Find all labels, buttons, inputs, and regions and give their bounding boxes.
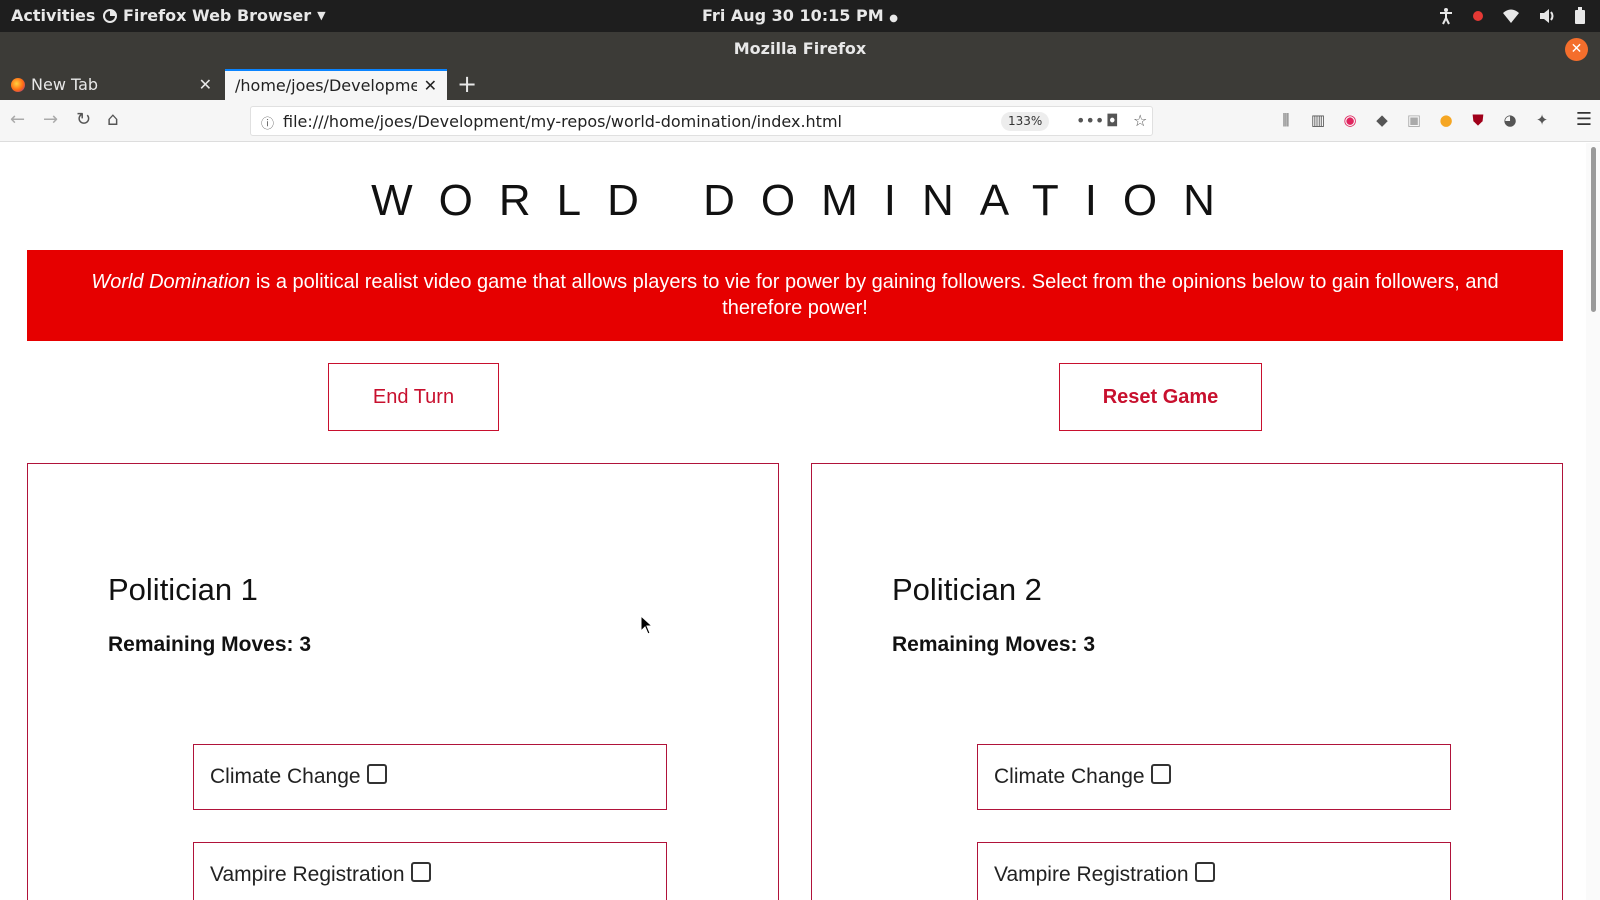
account-icon[interactable]: ◕ [1500,110,1520,130]
bookmark-star-icon[interactable]: ☆ [1133,111,1147,130]
tab-new-tab[interactable]: New Tab ✕ [0,69,222,100]
extension-icon[interactable]: ◆ [1372,110,1392,130]
chevron-down-icon: ▼ [317,9,326,22]
notification-dot-icon: ● [889,13,898,24]
intro-banner: World Domination is a political realist … [27,250,1563,341]
firefox-icon [11,77,25,92]
tab-strip: New Tab ✕ /home/joes/Developme ✕ + [0,66,1600,100]
page-title: WORLD DOMINATION [371,176,1241,225]
system-top-bar: Activities Firefox Web Browser ▼ Fri Aug… [0,0,1600,32]
ublock-shield-icon[interactable]: ⛊ [1468,110,1488,130]
remaining-moves: Remaining Moves: 3 [108,633,312,656]
page-scrollbar[interactable] [1586,143,1600,900]
opinion-checkbox[interactable] [1150,764,1171,784]
opinion-label: Climate Change [994,765,1145,788]
zoom-indicator[interactable]: 133% [1001,112,1050,131]
extension-icon[interactable]: ◉ [1340,110,1360,130]
sidebar-icon[interactable]: ▥ [1308,110,1328,130]
url-text[interactable]: file:///home/joes/Development/my-repos/w… [283,112,842,131]
scrollbar-thumb[interactable] [1591,147,1596,312]
opinion-checkbox[interactable] [1194,862,1215,882]
politician-panel-1: Politician 1 Remaining Moves: 3 Climate … [27,463,779,900]
extension-icon[interactable]: ● [1436,110,1456,130]
opinion-checkbox[interactable] [410,862,431,882]
window-close-button[interactable]: ✕ [1565,38,1588,61]
opinion-climate-change[interactable]: Climate Change [977,744,1451,810]
url-bar[interactable]: ⓘ file:///home/joes/Development/my-repos… [250,106,1153,136]
close-tab-icon[interactable]: ✕ [199,75,212,94]
extension-icon[interactable]: ▣ [1404,110,1424,130]
system-tray[interactable] [1438,7,1586,25]
window-title: Mozilla Firefox [733,39,867,58]
firefox-small-icon [103,8,117,23]
recording-indicator-icon [1473,11,1483,21]
remaining-moves: Remaining Moves: 3 [892,633,1096,656]
hamburger-menu-icon[interactable]: ☰ [1576,109,1592,130]
forward-icon[interactable]: → [43,109,58,130]
extension-icon[interactable]: ✦ [1532,110,1552,130]
intro-text: is a political realist video game that a… [250,271,1499,319]
navigation-toolbar: ← → ↻ ⌂ ⓘ file:///home/joes/Development/… [0,100,1600,142]
wifi-icon[interactable] [1502,8,1520,24]
opinion-label: Vampire Registration [210,863,405,886]
home-icon[interactable]: ⌂ [107,109,118,130]
pocket-icon[interactable]: ◘ [1106,111,1119,130]
window-titlebar: Mozilla Firefox ✕ [0,32,1600,66]
opinion-label: Climate Change [210,765,361,788]
opinion-vampire-registration[interactable]: Vampire Registration [193,842,667,900]
volume-icon[interactable] [1538,8,1556,24]
app-menu[interactable]: Firefox Web Browser ▼ [103,6,326,25]
politician-name: Politician 2 [892,572,1042,607]
page-actions-icon[interactable]: ••• [1076,111,1104,130]
back-icon[interactable]: ← [10,109,25,130]
battery-icon[interactable] [1574,7,1586,25]
politician-panel-2: Politician 2 Remaining Moves: 3 Climate … [811,463,1563,900]
opinion-vampire-registration[interactable]: Vampire Registration [977,842,1451,900]
tab-label: New Tab [31,75,99,94]
close-tab-icon[interactable]: ✕ [424,76,437,95]
politician-name: Politician 1 [108,572,258,607]
opinion-climate-change[interactable]: Climate Change [193,744,667,810]
app-menu-label: Firefox Web Browser [123,6,312,25]
opinion-label: Vampire Registration [994,863,1189,886]
tab-label: /home/joes/Developme [235,76,417,95]
end-turn-button[interactable]: End Turn [328,363,499,431]
mouse-cursor-icon [640,615,654,635]
reload-icon[interactable]: ↻ [76,109,91,130]
new-tab-button[interactable]: + [457,70,477,98]
accessibility-icon[interactable] [1438,7,1454,25]
library-icon[interactable]: ⫼ [1276,110,1296,130]
page-content: WORLD DOMINATION World Domination is a p… [0,143,1586,900]
intro-italic: World Domination [91,271,251,293]
opinion-checkbox[interactable] [366,764,387,784]
reset-game-button[interactable]: Reset Game [1059,363,1262,431]
clock-label[interactable]: Fri Aug 30 10:15 PM [702,6,884,25]
toolbar-icons: ⫼ ▥ ◉ ◆ ▣ ● ⛊ ◕ ✦ [1276,110,1552,130]
page-info-icon[interactable]: ⓘ [261,113,274,132]
activities-button[interactable]: Activities [11,6,95,25]
tab-world-domination[interactable]: /home/joes/Developme ✕ [225,69,447,100]
